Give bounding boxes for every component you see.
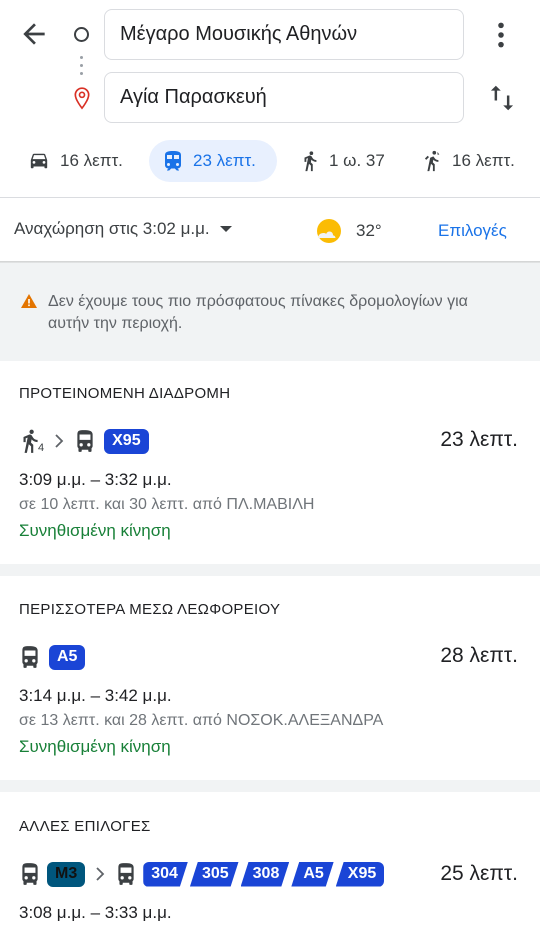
section-title-suggested: ΠΡΟΤΕΙΝΟΜΕΝΗ ΔΙΑΔΡΟΜΗ	[19, 385, 231, 402]
options-button[interactable]: Επιλογές	[438, 221, 507, 241]
tab-driving-label: 16 λεπτ.	[60, 151, 123, 170]
route-duration: 28 λεπτ.	[440, 644, 518, 667]
warning-text: Δεν έχουμε τους πιο πρόσφατους πίνακες δ…	[48, 293, 468, 332]
warning-icon	[21, 294, 37, 308]
section-title-other: ΑΛΛΕΣ ΕΠΙΛΟΓΕΣ	[19, 818, 151, 835]
bus-line-badge: 304	[143, 862, 188, 887]
bus-lines-chain: 304 305 308 A5 X95	[143, 861, 386, 887]
bus-line-badge: X95	[104, 428, 149, 454]
section-gap	[0, 564, 540, 576]
tab-walking-label: 1 ω. 37	[329, 151, 385, 170]
chevron-right-icon	[96, 867, 105, 881]
tab-transit-label: 23 λεπτ.	[193, 151, 256, 170]
traffic-status: Συνηθισμένη κίνηση	[19, 737, 171, 756]
section-gap	[0, 780, 540, 792]
transit-icon	[165, 151, 181, 171]
tab-driving[interactable]: 16 λεπτ.	[28, 140, 123, 182]
route-steps: 4 X95	[19, 427, 149, 455]
traffic-status: Συνηθισμένη κίνηση	[19, 521, 171, 540]
bus-icon	[118, 863, 134, 885]
bus-line-badge: A5	[49, 644, 86, 670]
tab-ride[interactable]: 16 λεπτ.	[422, 140, 515, 182]
bus-icon	[77, 430, 93, 452]
travel-mode-tabs: 16 λεπτ. 23 λεπτ. 1 ω. 37 16 λεπτ.	[0, 140, 540, 182]
ride-icon	[424, 150, 440, 172]
bus-line-badge: 308	[241, 862, 290, 887]
route-frequency: σε 13 λεπτ. και 28 λεπτ. από ΝΟΣΟΚ.ΑΛΕΞΑ…	[19, 712, 384, 729]
origin-field[interactable]: Μέγαρο Μουσικής Αθηνών	[104, 9, 464, 60]
back-arrow-icon[interactable]	[18, 18, 50, 50]
metro-line-badge: M3	[47, 861, 86, 887]
route-steps: A5	[19, 643, 86, 671]
depart-time-label: Αναχώρηση στις 3:02 μ.μ.	[14, 219, 210, 238]
bus-icon	[22, 646, 38, 668]
walk-minutes: 4	[38, 442, 45, 454]
route-steps: M3 304 305 308 A5 X95	[19, 860, 386, 888]
bus-line-badge: 305	[190, 862, 239, 887]
route-times: 3:09 μ.μ. – 3:32 μ.μ.	[19, 470, 172, 489]
route-times: 3:08 μ.μ. – 3:33 μ.μ.	[19, 903, 172, 922]
destination-pin-icon	[74, 87, 90, 110]
tab-ride-label: 16 λεπτ.	[452, 151, 515, 170]
partly-sunny-icon	[317, 219, 341, 243]
origin-circle-icon	[74, 27, 89, 42]
chevron-right-icon	[55, 434, 64, 448]
swap-icon[interactable]	[487, 82, 517, 114]
bus-line-badge: X95	[335, 861, 385, 887]
walk-icon	[304, 151, 317, 172]
dropdown-caret-icon	[219, 226, 232, 232]
bus-line-badge: A5	[291, 862, 333, 887]
route-duration: 25 λεπτ.	[440, 862, 518, 885]
more-vert-icon[interactable]	[488, 20, 514, 50]
route-dots-icon	[80, 56, 83, 76]
destination-field[interactable]: Αγία Παρασκευή	[104, 72, 464, 123]
directions-header: Μέγαρο Μουσικής Αθηνών Αγία Παρασκευή 16…	[0, 0, 540, 198]
section-title-bus: ΠΕΡΙΣΣΟΤΕΡΑ ΜΕΣΩ ΛΕΩΦΟΡΕΙΟΥ	[19, 601, 281, 618]
tab-walking[interactable]: 1 ω. 37	[301, 140, 385, 182]
depart-time-selector[interactable]: Αναχώρηση στις 3:02 μ.μ.	[14, 219, 232, 239]
route-duration: 23 λεπτ.	[440, 428, 518, 451]
header-divider	[0, 197, 540, 198]
tab-transit[interactable]: 23 λεπτ.	[149, 140, 277, 182]
car-icon	[30, 153, 48, 169]
temperature: 32°	[356, 221, 382, 240]
route-times: 3:14 μ.μ. – 3:42 μ.μ.	[19, 686, 172, 705]
bus-icon	[22, 863, 38, 885]
route-frequency: σε 10 λεπτ. και 30 λεπτ. από ΠΛ.ΜΑΒΙΛΗ	[19, 496, 315, 513]
